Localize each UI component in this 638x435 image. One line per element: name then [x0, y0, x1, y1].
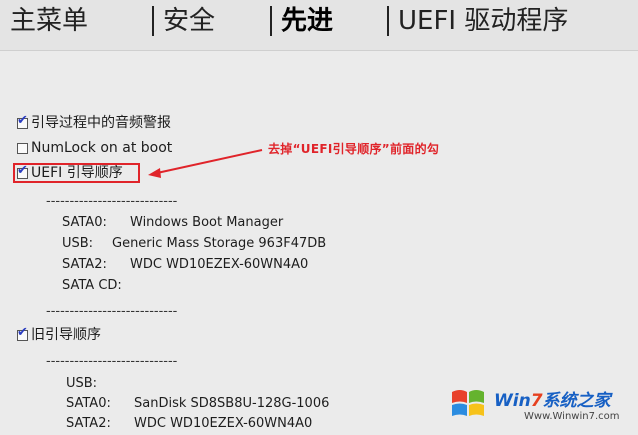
tab-divider — [270, 6, 272, 36]
uefi-boot-device[interactable]: Generic Mass Storage 963F47DB — [112, 236, 326, 252]
tab-security[interactable]: 安全 — [163, 5, 215, 37]
uefi-boot-port: USB: — [62, 236, 94, 251]
watermark-url: Www.Winwin7.com — [524, 411, 620, 422]
tab-divider — [152, 6, 154, 36]
tab-divider — [387, 6, 389, 36]
windows-logo-icon — [452, 390, 484, 416]
numlock-label: NumLock on at boot — [31, 140, 173, 156]
audio-alert-label: 引导过程中的音频警报 — [31, 115, 171, 131]
watermark-brand: Win7系统之家 — [494, 391, 611, 411]
tab-advanced[interactable]: 先进 — [281, 5, 333, 37]
legacy-boot-port: SATA0: — [66, 396, 111, 411]
uefi-boot-port: SATA0: — [62, 215, 107, 230]
legacy-boot-port: SATA2: — [66, 416, 111, 431]
annotation-highlight-box — [13, 163, 140, 183]
legacy-boot-order-checkbox[interactable]: ✔ — [17, 326, 28, 341]
annotation-text: 去掉“UEFI引导顺序”前面的勾 — [268, 142, 440, 156]
uefi-boot-device[interactable]: WDC WD10EZEX-60WN4A0 — [130, 257, 308, 273]
uefi-boot-port: SATA CD: — [62, 278, 122, 293]
legacy-boot-device[interactable]: SanDisk SD8SB8U-128G-1006 — [134, 396, 329, 412]
tab-main-menu[interactable]: 主菜单 — [10, 5, 88, 37]
separator: ---------------------------- — [46, 304, 178, 319]
checkmark-icon: ✔ — [17, 325, 28, 340]
audio-alert-checkbox[interactable]: ✔ — [17, 114, 28, 129]
uefi-boot-device[interactable]: Windows Boot Manager — [130, 215, 283, 231]
tab-bar: 主菜单 安全 先进 UEFI 驱动程序 — [0, 0, 638, 51]
separator: ---------------------------- — [46, 194, 178, 209]
separator: ---------------------------- — [46, 354, 178, 369]
numlock-checkbox[interactable] — [17, 143, 28, 154]
tab-uefi-drivers[interactable]: UEFI 驱动程序 — [398, 5, 568, 37]
legacy-boot-device[interactable]: WDC WD10EZEX-60WN4A0 — [134, 416, 312, 432]
legacy-boot-port: USB: — [66, 376, 98, 391]
checkmark-icon: ✔ — [17, 113, 28, 128]
legacy-boot-order-label: 旧引导顺序 — [31, 327, 101, 343]
uefi-boot-port: SATA2: — [62, 257, 107, 272]
